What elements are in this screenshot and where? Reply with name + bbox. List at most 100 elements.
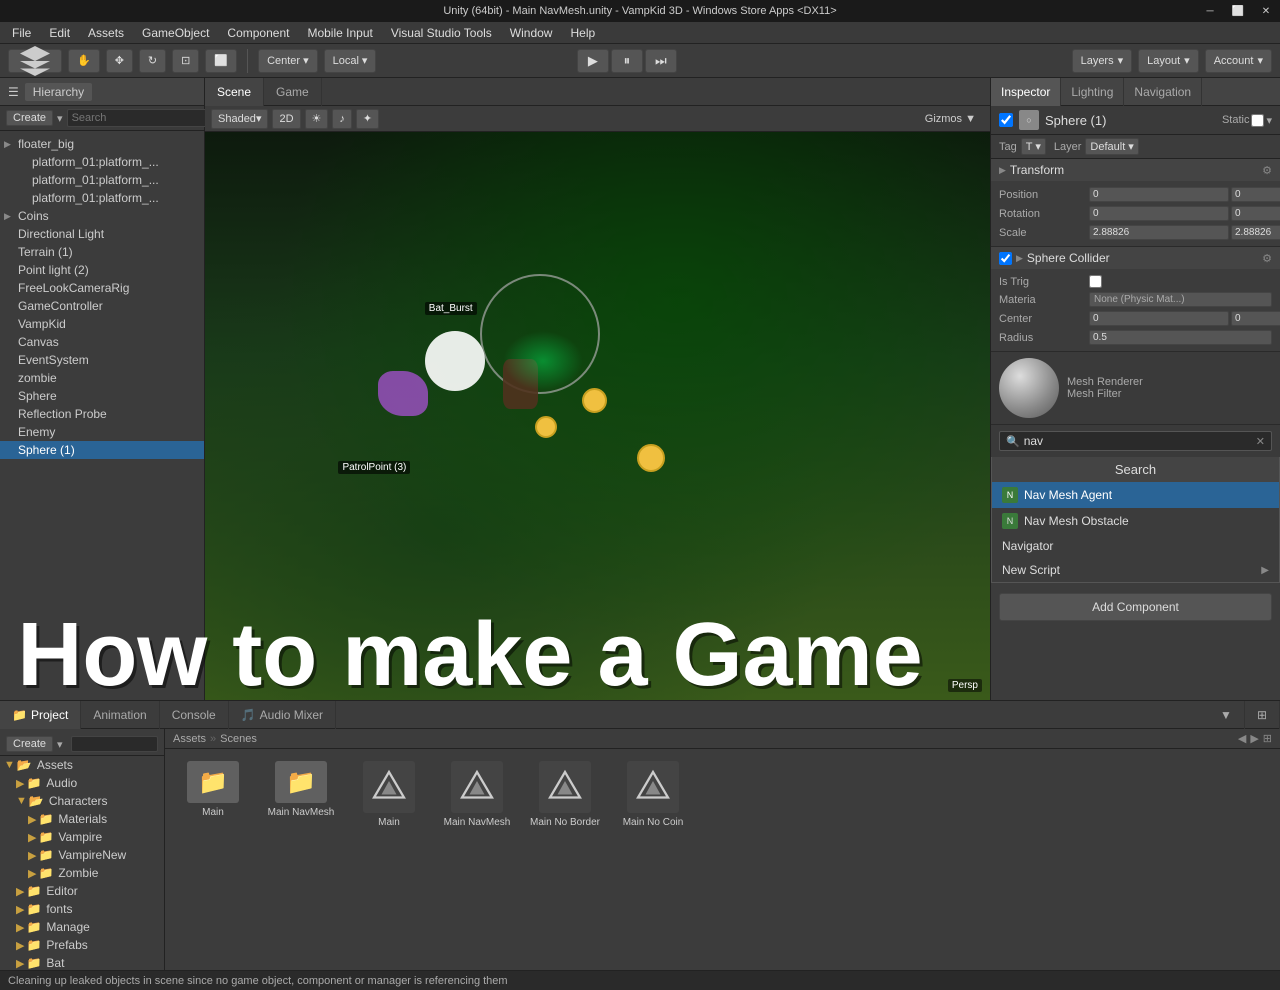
collider-header[interactable]: ▶ Sphere Collider ⚙ bbox=[991, 247, 1280, 269]
hierarchy-item[interactable]: VampKid bbox=[0, 315, 204, 333]
file-tree-item[interactable]: ▶📁Manage bbox=[0, 918, 164, 936]
console-tab[interactable]: Console bbox=[160, 701, 229, 729]
hierarchy-item[interactable]: Point light (2) bbox=[0, 261, 204, 279]
menu-gameobject[interactable]: GameObject bbox=[134, 24, 217, 42]
pos-x[interactable] bbox=[1089, 187, 1229, 202]
menu-window[interactable]: Window bbox=[502, 24, 561, 42]
menu-mobile-input[interactable]: Mobile Input bbox=[299, 24, 380, 42]
local-toggle[interactable]: Local ▾ bbox=[324, 49, 377, 73]
hierarchy-item[interactable]: Enemy bbox=[0, 423, 204, 441]
scene-tab[interactable]: Scene bbox=[205, 78, 264, 106]
file-tree-item[interactable]: ▶📁Bat bbox=[0, 954, 164, 970]
file-tree-item[interactable]: ▶📁VampireNew bbox=[0, 846, 164, 864]
breadcrumb-assets[interactable]: Assets bbox=[173, 733, 206, 745]
project-tab[interactable]: 📁 Project bbox=[0, 701, 81, 729]
hierarchy-item[interactable]: Sphere bbox=[0, 387, 204, 405]
nav-mesh-obstacle-item[interactable]: N Nav Mesh Obstacle bbox=[992, 508, 1279, 534]
menu-edit[interactable]: Edit bbox=[41, 24, 78, 42]
rect-tool[interactable]: ⬜ bbox=[205, 49, 237, 73]
file-tree-item[interactable]: ▶📁Materials bbox=[0, 810, 164, 828]
file-item[interactable]: Main NavMesh bbox=[437, 757, 517, 832]
hierarchy-item[interactable]: FreeLookCameraRig bbox=[0, 279, 204, 297]
scale-y[interactable] bbox=[1231, 225, 1280, 240]
clear-search-icon[interactable]: ✕ bbox=[1256, 435, 1265, 448]
hand-tool[interactable]: ✋ bbox=[68, 49, 100, 73]
transform-settings[interactable]: ⚙ bbox=[1262, 164, 1272, 177]
rotate-tool[interactable]: ↻ bbox=[139, 49, 166, 73]
audio-mixer-tab[interactable]: 🎵 Audio Mixer bbox=[229, 701, 336, 729]
hierarchy-item[interactable]: ▶Coins bbox=[0, 207, 204, 225]
rot-y[interactable] bbox=[1231, 206, 1280, 221]
file-forward-icon[interactable]: ▶ bbox=[1250, 732, 1258, 745]
2d-toggle[interactable]: 2D bbox=[272, 109, 300, 129]
menu-component[interactable]: Component bbox=[219, 24, 297, 42]
project-create-btn[interactable]: Create bbox=[6, 736, 53, 752]
material-field[interactable]: None (Physic Mat...) bbox=[1089, 292, 1272, 307]
step-button[interactable]: ⏭ bbox=[645, 49, 677, 73]
collider-settings[interactable]: ⚙ bbox=[1262, 252, 1272, 265]
pos-y[interactable] bbox=[1231, 187, 1280, 202]
file-tree-item[interactable]: ▶📁Vampire bbox=[0, 828, 164, 846]
is-trigger-checkbox[interactable] bbox=[1089, 275, 1102, 288]
static-checkbox[interactable] bbox=[1251, 114, 1264, 127]
collider-active[interactable] bbox=[999, 252, 1012, 265]
hierarchy-item[interactable]: platform_01:platform_... bbox=[0, 153, 204, 171]
animation-tab[interactable]: Animation bbox=[81, 701, 159, 729]
file-item[interactable]: Main No Coin bbox=[613, 757, 693, 832]
hierarchy-item[interactable]: GameController bbox=[0, 297, 204, 315]
menu-help[interactable]: Help bbox=[562, 24, 603, 42]
hierarchy-item[interactable]: platform_01:platform_... bbox=[0, 189, 204, 207]
play-button[interactable]: ▶ bbox=[577, 49, 609, 73]
file-tree-item[interactable]: ▶📁Prefabs bbox=[0, 936, 164, 954]
navigation-tab[interactable]: Navigation bbox=[1124, 78, 1202, 106]
file-back-icon[interactable]: ◀ bbox=[1238, 732, 1246, 745]
add-component-button[interactable]: Add Component bbox=[999, 593, 1272, 621]
hierarchy-item[interactable]: ▶floater_big bbox=[0, 135, 204, 153]
inspector-tab[interactable]: Inspector bbox=[991, 78, 1061, 106]
scale-x[interactable] bbox=[1089, 225, 1229, 240]
close-button[interactable]: ✕ bbox=[1252, 0, 1280, 22]
expand-btn[interactable]: ⊞ bbox=[1245, 701, 1280, 729]
hierarchy-tab[interactable]: Hierarchy bbox=[25, 83, 92, 101]
account-dropdown[interactable]: Account ▾ bbox=[1205, 49, 1272, 73]
gizmos-label[interactable]: Gizmos ▼ bbox=[925, 113, 976, 125]
hierarchy-search[interactable] bbox=[67, 109, 219, 127]
menu-vs-tools[interactable]: Visual Studio Tools bbox=[383, 24, 500, 42]
pause-button[interactable]: ⏸ bbox=[611, 49, 643, 73]
minimize-button[interactable]: ─ bbox=[1196, 0, 1224, 22]
layer-value[interactable]: Default ▾ bbox=[1085, 138, 1138, 155]
transform-header[interactable]: ▶ Transform ⚙ bbox=[991, 159, 1280, 181]
file-item[interactable]: Main No Border bbox=[525, 757, 605, 832]
center-x[interactable] bbox=[1089, 311, 1229, 326]
game-tab[interactable]: Game bbox=[264, 78, 322, 106]
move-tool[interactable]: ✥ bbox=[106, 49, 133, 73]
static-dropdown-icon[interactable]: ▾ bbox=[1266, 114, 1272, 127]
file-item[interactable]: Main bbox=[349, 757, 429, 832]
rot-x[interactable] bbox=[1089, 206, 1229, 221]
obj-active-checkbox[interactable] bbox=[999, 113, 1013, 127]
navigator-item[interactable]: Navigator bbox=[992, 534, 1279, 558]
file-tree-item[interactable]: ▶📁Audio bbox=[0, 774, 164, 792]
search-input[interactable] bbox=[1024, 434, 1252, 448]
scene-view[interactable]: Bat_Burst PatrolPoint (3) Persp bbox=[205, 132, 990, 700]
hierarchy-item[interactable]: EventSystem bbox=[0, 351, 204, 369]
collapse-btn[interactable]: ▼ bbox=[1208, 701, 1245, 729]
center-y[interactable] bbox=[1231, 311, 1280, 326]
file-tree-item[interactable]: ▶📁Zombie bbox=[0, 864, 164, 882]
fx-toggle[interactable]: ✦ bbox=[356, 109, 379, 129]
hierarchy-create-btn[interactable]: Create bbox=[6, 110, 53, 126]
radius-field[interactable] bbox=[1089, 330, 1272, 345]
lighting-toggle[interactable]: ☀ bbox=[305, 109, 329, 129]
hierarchy-item[interactable]: Canvas bbox=[0, 333, 204, 351]
breadcrumb-scenes[interactable]: Scenes bbox=[220, 733, 257, 745]
hierarchy-item[interactable]: Directional Light bbox=[0, 225, 204, 243]
center-toggle[interactable]: Center ▾ bbox=[258, 49, 318, 73]
file-tree-item[interactable]: ▼📂Characters bbox=[0, 792, 164, 810]
file-tree-item[interactable]: ▼📂Assets bbox=[0, 756, 164, 774]
scale-tool[interactable]: ⊡ bbox=[172, 49, 199, 73]
shaded-dropdown[interactable]: Shaded ▾ bbox=[211, 109, 268, 129]
menu-file[interactable]: File bbox=[4, 24, 39, 42]
hierarchy-item[interactable]: Terrain (1) bbox=[0, 243, 204, 261]
layers-dropdown[interactable]: Layers ▾ bbox=[1072, 49, 1133, 73]
file-tree-item[interactable]: ▶📁fonts bbox=[0, 900, 164, 918]
